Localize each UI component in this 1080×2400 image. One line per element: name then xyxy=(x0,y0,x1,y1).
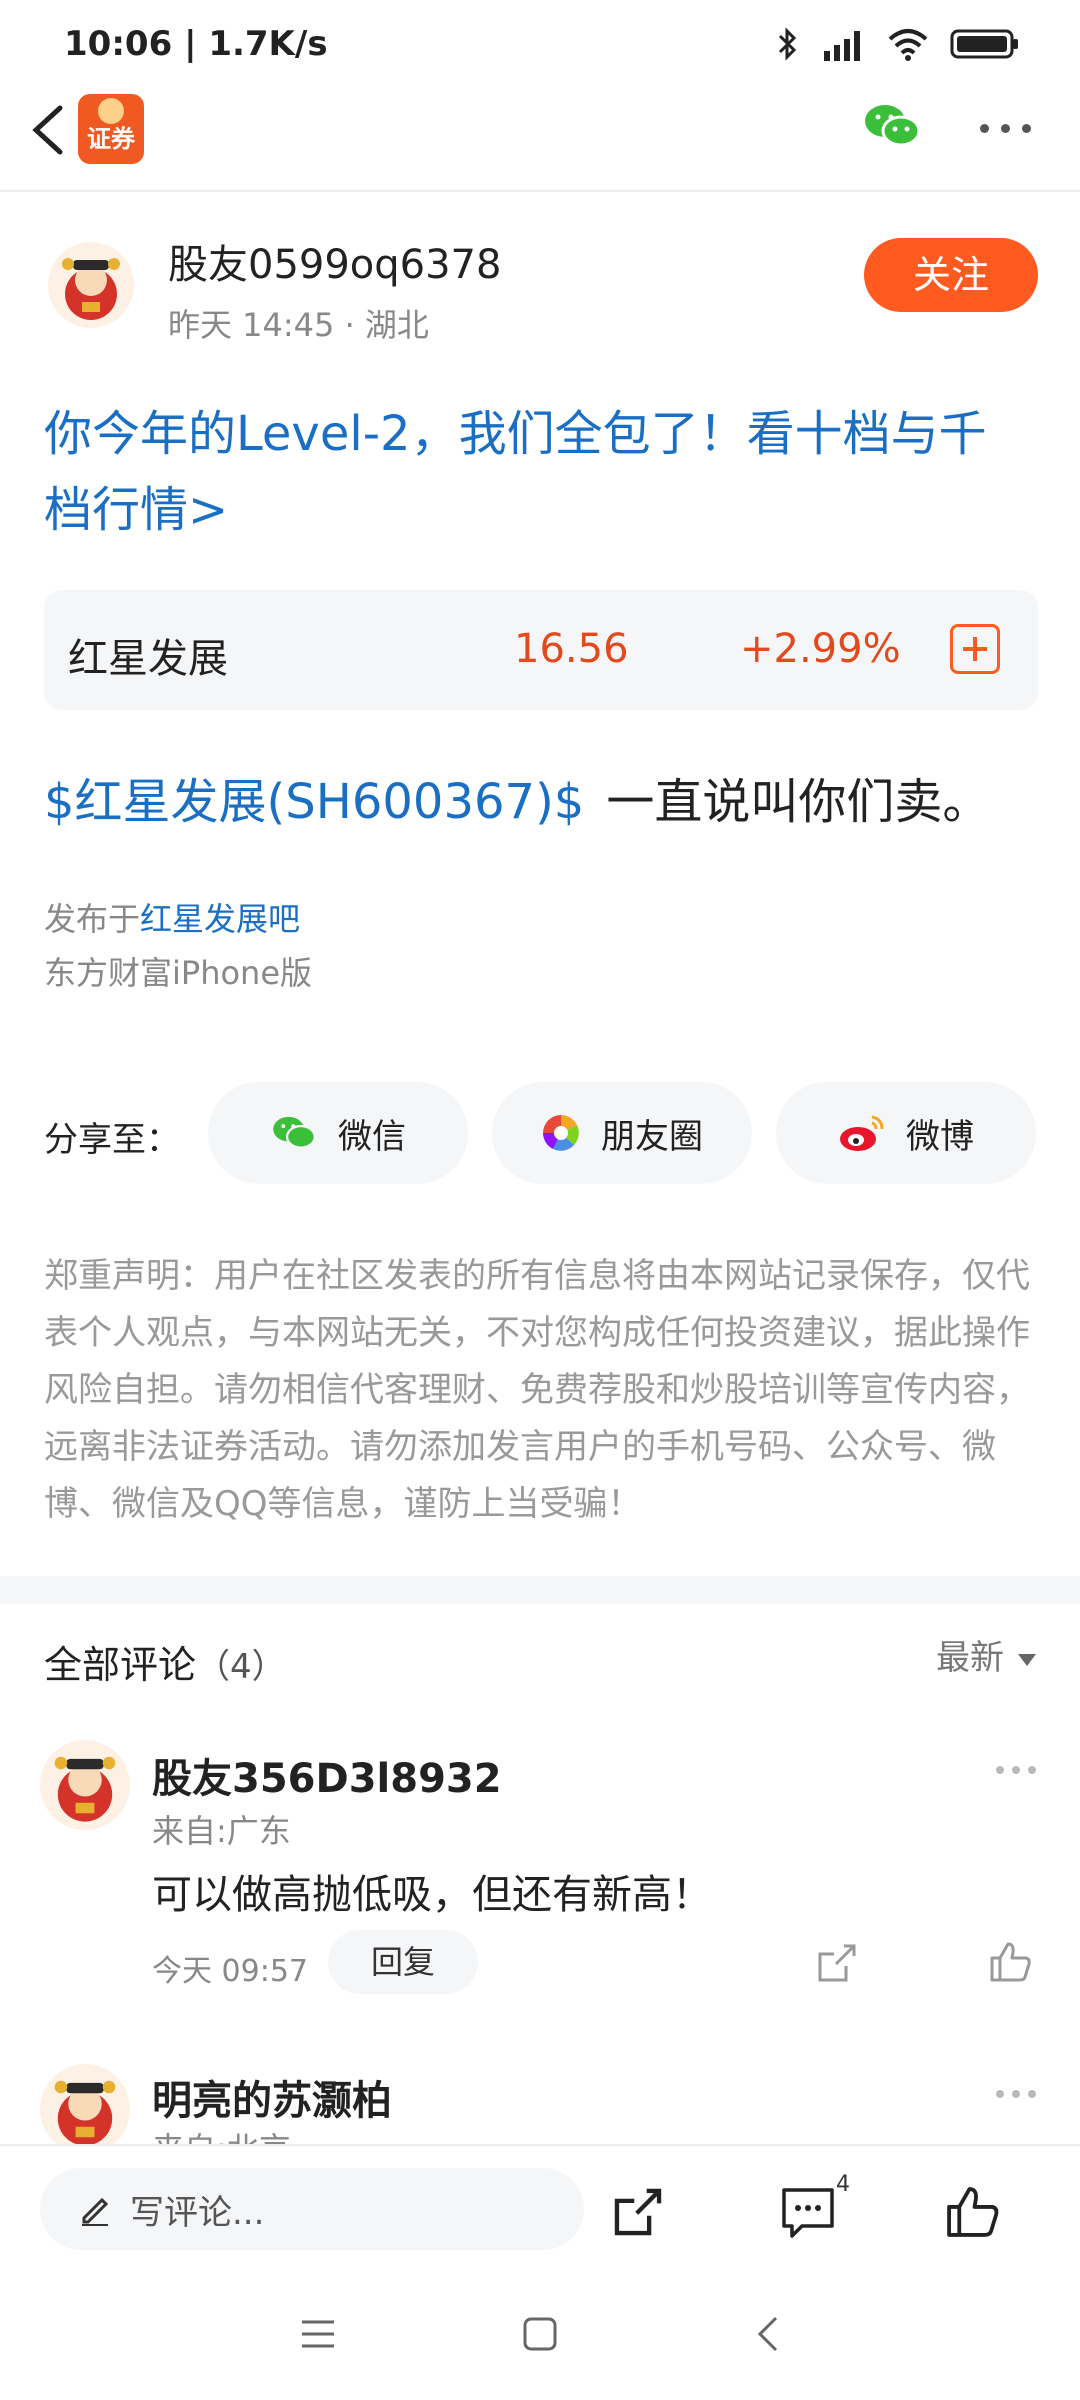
disclaimer: 郑重声明：用户在社区发表的所有信息将由本网站记录保存，仅代表个人观点，与本网站无… xyxy=(44,1256,1030,1524)
battery-icon xyxy=(950,29,1018,59)
stock-name: 红星发展 xyxy=(68,636,228,682)
author-avatar[interactable] xyxy=(48,242,134,328)
author-name[interactable]: 股友0599oq6378 xyxy=(168,232,501,290)
share-wechat-label: 微信 xyxy=(338,1116,406,1157)
reply-button[interactable]: 回复 xyxy=(328,1930,478,1994)
signal-icon xyxy=(824,31,860,61)
share-comment-icon[interactable] xyxy=(816,1942,858,1984)
post-body: $红星发展(SH600367)$ 一直说叫你们卖。 xyxy=(44,762,990,832)
comments-header: 全部评论（4） xyxy=(44,1634,286,1689)
stock-tag-link[interactable]: $红星发展(SH600367)$ xyxy=(44,774,584,830)
comments-count: （4） xyxy=(196,1647,286,1687)
wechat-icon xyxy=(273,1116,316,1149)
share-label: 分享至： xyxy=(44,1120,180,1160)
share-wechat-button[interactable]: 微信 xyxy=(208,1082,468,1184)
comment-time: 今天 09:57 xyxy=(152,1954,308,1989)
stock-price: 16.56 xyxy=(514,626,629,672)
sort-dropdown[interactable]: 最新 xyxy=(936,1630,1036,1679)
commenter-location: 来自:广东 xyxy=(152,1812,291,1850)
commenter-avatar[interactable] xyxy=(40,2064,130,2154)
weibo-icon xyxy=(840,1115,884,1151)
comment-more-icon[interactable] xyxy=(996,1766,1036,1774)
wifi-icon xyxy=(888,29,928,61)
publish-prefix: 发布于 xyxy=(44,900,141,938)
add-to-watchlist-icon[interactable] xyxy=(950,624,1000,674)
share-weibo-button[interactable]: 微博 xyxy=(776,1082,1036,1184)
commenter-name[interactable]: 明亮的苏灏柏 xyxy=(152,2068,392,2126)
follow-button[interactable]: 关注 xyxy=(864,238,1038,312)
comment-icon[interactable] xyxy=(780,2186,836,2240)
commenter-name[interactable]: 股友356D3l8932 xyxy=(152,1746,502,1804)
share-moments-button[interactable]: 朋友圈 xyxy=(492,1082,752,1184)
share-icon[interactable] xyxy=(612,2186,664,2238)
comment-count-badge: 4 xyxy=(836,2172,850,2197)
bottom-action-bar: 写评论... 4 xyxy=(0,2144,1080,2272)
comment-placeholder: 写评论... xyxy=(130,2192,265,2233)
comment-more-icon[interactable] xyxy=(996,2090,1036,2098)
stock-change: +2.99% xyxy=(740,626,901,672)
moments-icon xyxy=(543,1115,579,1151)
forum-link[interactable]: 红星发展吧 xyxy=(140,900,300,938)
menu-icon[interactable] xyxy=(300,2318,336,2350)
commenter-avatar[interactable] xyxy=(40,1740,130,1830)
back-arrow-icon[interactable] xyxy=(24,100,74,160)
bluetooth-icon xyxy=(778,27,797,61)
comment-input[interactable]: 写评论... xyxy=(40,2168,584,2250)
home-icon[interactable] xyxy=(522,2316,558,2352)
like-icon[interactable] xyxy=(944,2184,1000,2240)
more-options-icon[interactable] xyxy=(980,124,1031,133)
level2-promo-link[interactable]: 你今年的Level-2，我们全包了！看十档与千档行情> xyxy=(44,396,1024,548)
stock-card[interactable]: 红星发展 16.56 +2.99% xyxy=(44,590,1038,710)
client-info: 东方财富iPhone版 xyxy=(44,954,313,992)
status-icons xyxy=(776,26,1020,62)
back-nav-icon[interactable] xyxy=(756,2314,780,2354)
pencil-icon xyxy=(82,2197,109,2226)
status-time: 10:06 | 1.7K/s xyxy=(64,24,328,64)
publish-info: 发布于红星发展吧 xyxy=(44,894,300,940)
app-logo: 证券 xyxy=(78,94,144,164)
like-comment-icon[interactable] xyxy=(988,1940,1032,1984)
header-divider xyxy=(0,190,1080,192)
wechat-icon[interactable] xyxy=(862,100,922,152)
comment-text: 可以做高抛低吸，但还有新高！ xyxy=(152,1872,712,1918)
post-meta: 昨天 14:45 · 湖北 xyxy=(168,306,429,344)
share-weibo-label: 微博 xyxy=(906,1116,974,1157)
system-nav-bar xyxy=(0,2270,1080,2400)
section-divider xyxy=(0,1576,1080,1604)
share-moments-label: 朋友圈 xyxy=(601,1116,703,1157)
comments-title: 全部评论 xyxy=(44,1643,197,1687)
post-text: 一直说叫你们卖。 xyxy=(606,774,991,830)
